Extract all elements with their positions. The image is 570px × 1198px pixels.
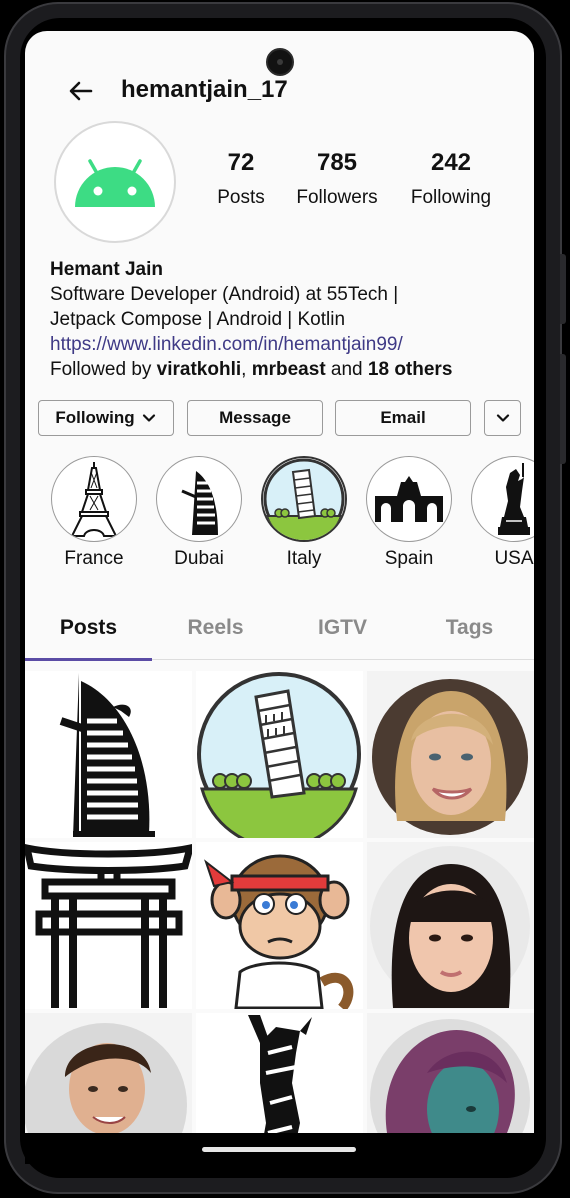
tab-reels[interactable]: Reels — [152, 599, 279, 657]
followed-prefix: Followed by — [50, 359, 157, 380]
followed-user-1: viratkohli — [156, 359, 242, 380]
home-gesture-handle[interactable] — [202, 1147, 356, 1152]
followed-sep: , — [241, 359, 252, 380]
posts-label: Posts — [217, 187, 265, 208]
stat-followers[interactable]: 785 Followers — [287, 149, 387, 209]
profile-avatar[interactable] — [54, 121, 176, 243]
highlight-france[interactable]: France — [50, 456, 138, 570]
highlight-spain-label: Spain — [384, 548, 434, 569]
posts-count: 72 — [227, 149, 255, 176]
email-button-label: Email — [380, 408, 426, 427]
followers-count: 785 — [316, 149, 358, 176]
power-button — [560, 254, 566, 324]
tab-igtv[interactable]: IGTV — [279, 599, 406, 657]
tab-tags[interactable]: Tags — [406, 599, 533, 657]
post-leaning-tower-pisa[interactable] — [196, 671, 363, 838]
followed-and: and — [325, 359, 368, 380]
active-tab-indicator — [25, 658, 152, 661]
leaning-tower-pisa-icon — [261, 456, 347, 542]
app-screen: hemantjain_17 72 Posts 785 Followers 242… — [25, 31, 534, 1163]
following-count: 242 — [430, 149, 472, 176]
message-button[interactable]: Message — [187, 400, 323, 436]
highlight-usa[interactable]: USA — [470, 456, 534, 570]
following-button[interactable]: Following — [38, 400, 174, 436]
tab-posts[interactable]: Posts — [25, 599, 152, 657]
highlight-france-label: France — [64, 548, 124, 569]
volume-button — [560, 354, 566, 464]
followed-others: 18 others — [367, 359, 453, 380]
followed-by-text[interactable]: Followed by viratkohli, mrbeast and 18 o… — [50, 357, 520, 382]
highlight-italy-label: Italy — [286, 548, 322, 569]
followed-user-2: mrbeast — [251, 359, 326, 380]
chevron-down-icon — [496, 414, 509, 422]
bio-line-2: Jetpack Compose | Android | Kotlin — [50, 309, 346, 330]
post-portrait-woman-bangs[interactable] — [367, 842, 534, 1009]
burj-al-arab-icon — [156, 456, 242, 542]
message-button-label: Message — [219, 408, 291, 427]
highlight-spain[interactable]: Spain — [365, 456, 453, 570]
following-button-label: Following — [55, 408, 135, 427]
bio-link[interactable]: https://www.linkedin.com/in/hemantjain99… — [50, 332, 520, 357]
statue-of-liberty-icon — [471, 456, 534, 542]
post-burj-al-arab[interactable] — [25, 671, 192, 838]
front-camera — [266, 48, 294, 76]
android-logo-icon — [75, 159, 155, 207]
highlight-usa-label: USA — [494, 548, 534, 569]
chevron-down-icon — [142, 414, 155, 422]
stat-following[interactable]: 242 Following — [401, 149, 501, 209]
profile-full-name: Hemant Jain — [50, 259, 163, 280]
profile-username: hemantjain_17 — [121, 76, 288, 103]
followers-label: Followers — [296, 187, 378, 208]
post-torii-gate[interactable] — [25, 842, 192, 1009]
profile-bio: Hemant Jain Software Developer (Android)… — [50, 257, 520, 382]
stat-posts[interactable]: 72 Posts — [206, 149, 276, 209]
following-label: Following — [410, 187, 492, 208]
profile-tabs: Posts Reels IGTV Tags — [25, 599, 534, 661]
eiffel-tower-icon — [51, 456, 137, 542]
highlight-dubai-label: Dubai — [174, 548, 224, 569]
post-karate-monkey[interactable] — [196, 842, 363, 1009]
post-portrait-woman-blonde[interactable] — [367, 671, 534, 838]
suggested-accounts-button[interactable] — [484, 400, 521, 436]
alcala-gate-icon — [366, 456, 452, 542]
system-navigation-bar — [25, 1133, 534, 1164]
email-button[interactable]: Email — [335, 400, 471, 436]
highlight-dubai[interactable]: Dubai — [155, 456, 243, 570]
back-arrow-icon[interactable] — [65, 75, 97, 107]
highlight-italy[interactable]: Italy — [260, 456, 348, 570]
bio-line-1: Software Developer (Android) at 55Tech | — [50, 284, 399, 305]
